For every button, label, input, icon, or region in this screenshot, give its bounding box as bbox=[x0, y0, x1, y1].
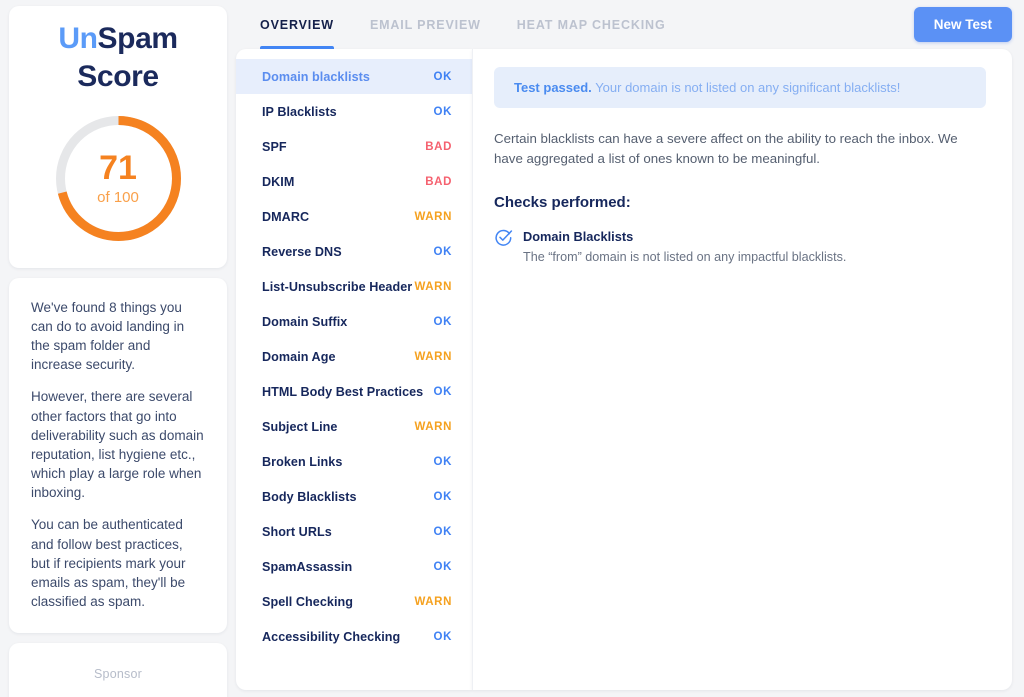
check-row-name: Domain Suffix bbox=[262, 314, 348, 329]
check-circle-icon bbox=[495, 229, 513, 246]
check-row[interactable]: Spell Checking WARN bbox=[236, 584, 472, 619]
check-row[interactable]: SpamAssassin OK bbox=[236, 549, 472, 584]
check-row-status: OK bbox=[433, 245, 452, 258]
check-row[interactable]: List-Unsubscribe Header WARN bbox=[236, 269, 472, 304]
score-gauge: 71 of 100 bbox=[51, 111, 186, 246]
score-card: UnSpam Score 71 of 100 bbox=[9, 6, 227, 268]
sponsor-card: Sponsor postcards bbox=[9, 643, 227, 697]
check-row-status: WARN bbox=[414, 420, 452, 433]
check-row-status: OK bbox=[433, 315, 452, 328]
check-row[interactable]: IP Blacklists OK bbox=[236, 94, 472, 129]
check-row[interactable]: DMARC WARN bbox=[236, 199, 472, 234]
check-row-status: OK bbox=[433, 385, 452, 398]
check-row-name: Short URLs bbox=[262, 524, 332, 539]
performed-check-item: Domain Blacklists The “from” domain is n… bbox=[494, 228, 986, 264]
check-row[interactable]: Broken Links OK bbox=[236, 444, 472, 479]
check-row-name: HTML Body Best Practices bbox=[262, 384, 424, 399]
main-area: OVERVIEW EMAIL PREVIEW HEAT MAP CHECKING… bbox=[236, 0, 1024, 697]
check-row-status: BAD bbox=[425, 140, 452, 153]
check-row-name: Domain Age bbox=[262, 349, 336, 364]
check-row-name: Accessibility Checking bbox=[262, 629, 401, 644]
check-row-status: OK bbox=[433, 105, 452, 118]
check-row[interactable]: Accessibility Checking OK bbox=[236, 619, 472, 654]
tab-bar: OVERVIEW EMAIL PREVIEW HEAT MAP CHECKING bbox=[260, 0, 666, 49]
test-result-banner: Test passed. Your domain is not listed o… bbox=[494, 67, 986, 108]
check-row-name: SpamAssassin bbox=[262, 559, 353, 574]
tab-heat-map-checking[interactable]: HEAT MAP CHECKING bbox=[517, 0, 666, 49]
sponsor-label: Sponsor bbox=[94, 667, 142, 682]
score-value: 71 bbox=[99, 148, 137, 187]
check-row-status: OK bbox=[433, 70, 452, 83]
check-row-name: Subject Line bbox=[262, 419, 338, 434]
tab-overview[interactable]: OVERVIEW bbox=[260, 0, 334, 49]
sidebar: UnSpam Score 71 of 100 We've found 8 thi… bbox=[0, 0, 236, 697]
summary-paragraph-1: We've found 8 things you can do to avoid… bbox=[31, 299, 185, 373]
check-row-status: WARN bbox=[414, 210, 452, 223]
check-row-status: WARN bbox=[414, 280, 452, 293]
check-row-name: Spell Checking bbox=[262, 594, 353, 609]
unspam-score-app: UnSpam Score 71 of 100 We've found 8 thi… bbox=[0, 0, 1024, 697]
check-row[interactable]: Subject Line WARN bbox=[236, 409, 472, 444]
summary-paragraph-2: However, there are several other factors… bbox=[31, 389, 204, 501]
banner-status-text: Test passed. bbox=[514, 80, 592, 95]
check-row-status: WARN bbox=[414, 350, 452, 363]
check-row[interactable]: Reverse DNS OK bbox=[236, 234, 472, 269]
check-row-status: OK bbox=[433, 630, 452, 643]
top-bar: OVERVIEW EMAIL PREVIEW HEAT MAP CHECKING… bbox=[236, 0, 1024, 49]
check-row-name: Body Blacklists bbox=[262, 489, 357, 504]
check-row-name: IP Blacklists bbox=[262, 104, 337, 119]
check-row-name: Broken Links bbox=[262, 454, 343, 469]
performed-check-description: The “from” domain is not listed on any i… bbox=[523, 249, 847, 264]
check-row-name: SPF bbox=[262, 139, 287, 154]
performed-check-body: Domain Blacklists The “from” domain is n… bbox=[523, 228, 846, 264]
new-test-button[interactable]: New Test bbox=[913, 7, 1012, 42]
checks-list-panel: Domain blacklists OK IP Blacklists OK SPF BAD… bbox=[236, 49, 472, 690]
check-row-status: OK bbox=[433, 525, 452, 538]
score-readout: 71 of 100 bbox=[51, 111, 186, 246]
check-description: Certain blacklists can have a severe aff… bbox=[494, 131, 958, 166]
check-row-name: DMARC bbox=[262, 209, 310, 224]
check-row-name: DKIM bbox=[262, 174, 295, 189]
check-row-status: OK bbox=[433, 560, 452, 573]
check-row[interactable]: Short URLs OK bbox=[236, 514, 472, 549]
check-row[interactable]: SPF BAD bbox=[236, 129, 472, 164]
check-row-status: WARN bbox=[414, 595, 452, 608]
check-row[interactable]: HTML Body Best Practices OK bbox=[236, 374, 472, 409]
check-row[interactable]: Body Blacklists OK bbox=[236, 479, 472, 514]
banner-message-text: Your domain is not listed on any signifi… bbox=[595, 80, 901, 95]
check-row[interactable]: Domain Age WARN bbox=[236, 339, 472, 374]
check-row[interactable]: DKIM BAD bbox=[236, 164, 472, 199]
logo-prefix: Un bbox=[58, 22, 98, 55]
checks-performed-heading: Checks performed: bbox=[494, 193, 631, 211]
content-panels: Domain blacklists OK IP Blacklists OK SPF BAD… bbox=[236, 49, 1024, 697]
app-logo: UnSpam Score bbox=[19, 20, 217, 97]
check-row-name: List-Unsubscribe Header bbox=[262, 279, 413, 294]
summary-paragraph-3: You can be authenticated and follow best… bbox=[31, 517, 186, 609]
check-row-status: OK bbox=[433, 490, 452, 503]
tab-email-preview[interactable]: EMAIL PREVIEW bbox=[370, 0, 481, 49]
logo-rest: Spam bbox=[97, 22, 179, 55]
score-max-label: of 100 bbox=[97, 188, 139, 206]
check-row-status: OK bbox=[433, 455, 452, 468]
logo-line2: Score bbox=[77, 60, 159, 94]
check-row[interactable]: Domain Suffix OK bbox=[236, 304, 472, 339]
check-row-status: BAD bbox=[425, 175, 452, 188]
check-row-name: Domain blacklists bbox=[262, 69, 370, 84]
check-row[interactable]: Domain blacklists OK bbox=[236, 59, 472, 94]
performed-check-name: Domain Blacklists bbox=[523, 228, 634, 244]
summary-card: We've found 8 things you can do to avoid… bbox=[9, 277, 227, 634]
check-detail-panel: Test passed. Your domain is not listed o… bbox=[472, 49, 1012, 690]
check-row-name: Reverse DNS bbox=[262, 244, 342, 259]
